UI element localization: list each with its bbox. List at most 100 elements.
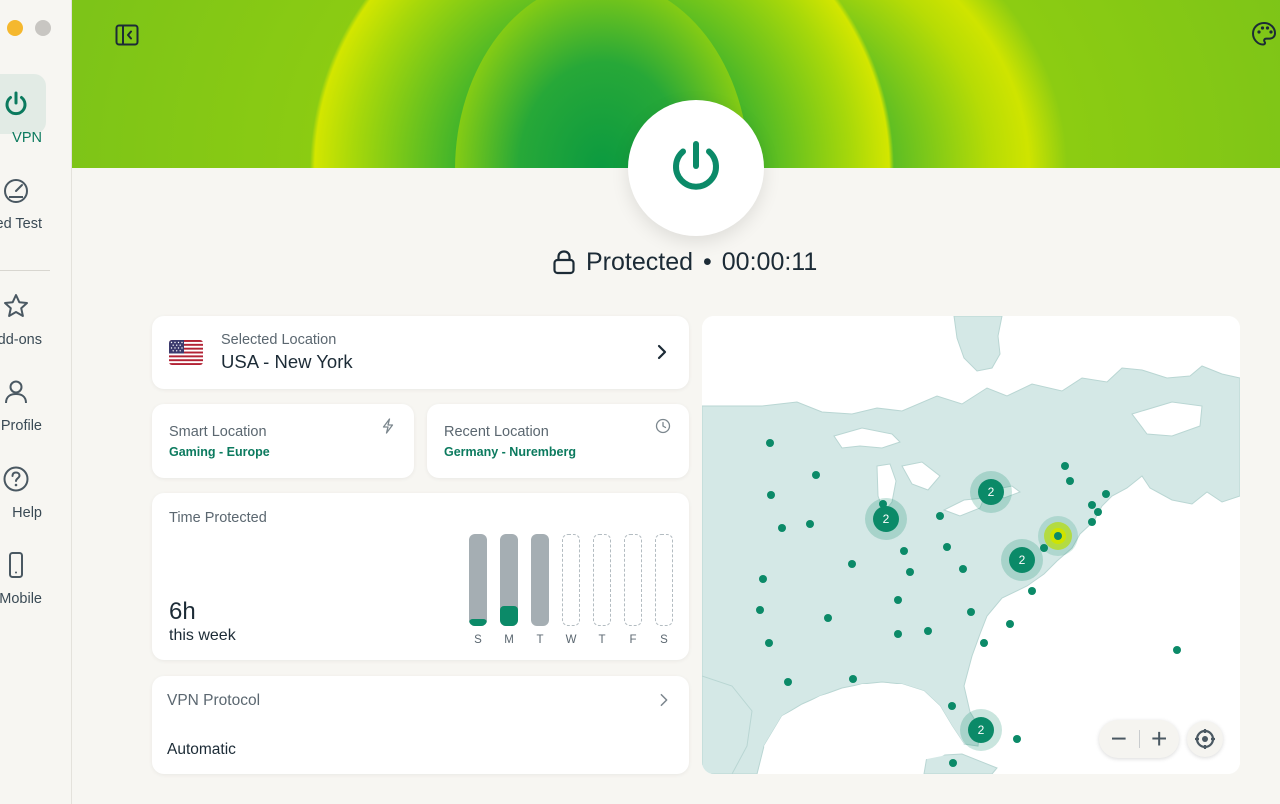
server-dot[interactable] [894, 630, 902, 638]
server-dot[interactable] [894, 596, 902, 604]
question-icon [0, 449, 46, 509]
sidebar-item-label: Add-ons [0, 332, 42, 348]
day-label: S [474, 634, 482, 646]
selected-location-card[interactable]: Selected Location USA - New York [152, 316, 689, 389]
smart-location-value: Gaming - Europe [169, 445, 270, 459]
map-zoom-control: − + [1099, 720, 1179, 758]
server-dot[interactable] [943, 543, 951, 551]
server-dot[interactable] [1061, 462, 1069, 470]
server-dot[interactable] [778, 524, 786, 532]
time-protected-period: this week [169, 627, 236, 644]
server-dot[interactable] [1006, 620, 1014, 628]
usage-bar [562, 534, 580, 626]
server-dot[interactable] [906, 568, 914, 576]
server-dot[interactable] [1173, 646, 1181, 654]
minimize-window-button[interactable] [7, 20, 23, 36]
server-dot[interactable] [824, 614, 832, 622]
sidebar-item-mobile[interactable]: Mobile [0, 535, 46, 607]
sidebar-divider [0, 270, 50, 271]
day-label: S [660, 634, 668, 646]
speedometer-icon [0, 160, 46, 220]
active-location-marker[interactable] [1054, 532, 1062, 540]
time-protected-card: Time Protected 6h this week S M T W T F S [152, 493, 689, 660]
server-cluster[interactable]: 2 [865, 498, 907, 540]
selected-location-value: USA - New York [221, 351, 353, 372]
cluster-count: 2 [1009, 547, 1035, 573]
sidebar-item-label: Help [12, 505, 42, 521]
server-cluster[interactable]: 2 [970, 471, 1012, 513]
lightning-icon [382, 418, 394, 434]
zoom-out-button[interactable]: − [1099, 720, 1139, 758]
sidebar-item-help[interactable]: Help [0, 449, 46, 521]
server-dot[interactable] [766, 439, 774, 447]
server-dot[interactable] [849, 675, 857, 683]
server-dot[interactable] [765, 639, 773, 647]
server-cluster[interactable]: 2 [960, 709, 1002, 751]
power-icon [0, 74, 46, 134]
server-dot[interactable] [980, 639, 988, 647]
recenter-map-button[interactable] [1187, 721, 1223, 757]
recent-location-card[interactable]: Recent Location Germany - Nuremberg [427, 404, 689, 478]
vpn-protocol-card[interactable]: VPN Protocol Automatic [152, 676, 689, 774]
sidebar-item-profile[interactable]: Profile [0, 362, 46, 434]
sidebar-item-speed-test[interactable]: Speed Test [0, 160, 46, 232]
zoom-in-button[interactable]: + [1139, 720, 1179, 758]
day-label: T [536, 634, 544, 646]
server-cluster[interactable]: 2 [1001, 539, 1043, 581]
smart-location-card[interactable]: Smart Location Gaming - Europe [152, 404, 414, 478]
server-dot[interactable] [848, 560, 856, 568]
connection-timer: 00:00:11 [721, 247, 818, 276]
server-dot[interactable] [1102, 490, 1110, 498]
server-dot[interactable] [759, 575, 767, 583]
sidebar-item-vpn[interactable]: VPN [0, 74, 46, 146]
server-dot[interactable] [949, 759, 957, 767]
chevron-right-icon [660, 693, 668, 707]
star-icon [0, 276, 46, 336]
server-dot[interactable] [812, 471, 820, 479]
usage-bar [469, 534, 487, 626]
day-label: T [598, 634, 606, 646]
server-dot[interactable] [1088, 518, 1096, 526]
smart-location-label: Smart Location [169, 424, 267, 440]
cluster-count: 2 [968, 717, 994, 743]
server-dot[interactable] [948, 702, 956, 710]
sidebar: VPN Speed Test Add-ons Profile Help Mobi… [0, 0, 72, 804]
day-label: F [629, 634, 637, 646]
server-map[interactable]: 2 2 2 2 [702, 316, 1240, 774]
server-dot[interactable] [936, 512, 944, 520]
connection-status: Protected • 00:00:11 [552, 244, 817, 280]
server-dot[interactable] [806, 520, 814, 528]
zoom-window-button[interactable] [35, 20, 51, 36]
clock-icon [655, 418, 671, 434]
time-protected-label: Time Protected [169, 510, 267, 526]
sidebar-toggle-icon[interactable] [114, 22, 140, 48]
server-dot[interactable] [767, 491, 775, 499]
usage-bar [531, 534, 549, 626]
connect-power-button[interactable] [628, 100, 764, 236]
server-dot[interactable] [1066, 477, 1074, 485]
server-dot[interactable] [1088, 501, 1096, 509]
vpn-protocol-value: Automatic [167, 741, 236, 758]
server-dot[interactable] [967, 608, 975, 616]
server-dot[interactable] [784, 678, 792, 686]
sidebar-item-add-ons[interactable]: Add-ons [0, 276, 46, 348]
vpn-protocol-label: VPN Protocol [167, 692, 261, 709]
chevron-right-icon [657, 344, 667, 360]
server-dot[interactable] [959, 565, 967, 573]
cluster-count: 2 [978, 479, 1004, 505]
crosshair-icon [1195, 729, 1215, 749]
palette-icon[interactable] [1250, 20, 1278, 48]
lock-icon [553, 250, 575, 275]
server-dot[interactable] [1013, 735, 1021, 743]
server-dot[interactable] [924, 627, 932, 635]
power-icon [673, 141, 719, 190]
sidebar-item-label: VPN [12, 130, 42, 146]
server-dot[interactable] [1028, 587, 1036, 595]
recent-location-label: Recent Location [444, 424, 549, 440]
server-dot[interactable] [1094, 508, 1102, 516]
server-dot[interactable] [756, 606, 764, 614]
status-separator: • [703, 247, 712, 276]
server-dot[interactable] [900, 547, 908, 555]
sidebar-item-label: Mobile [0, 591, 42, 607]
usage-bar-fill [500, 606, 518, 626]
